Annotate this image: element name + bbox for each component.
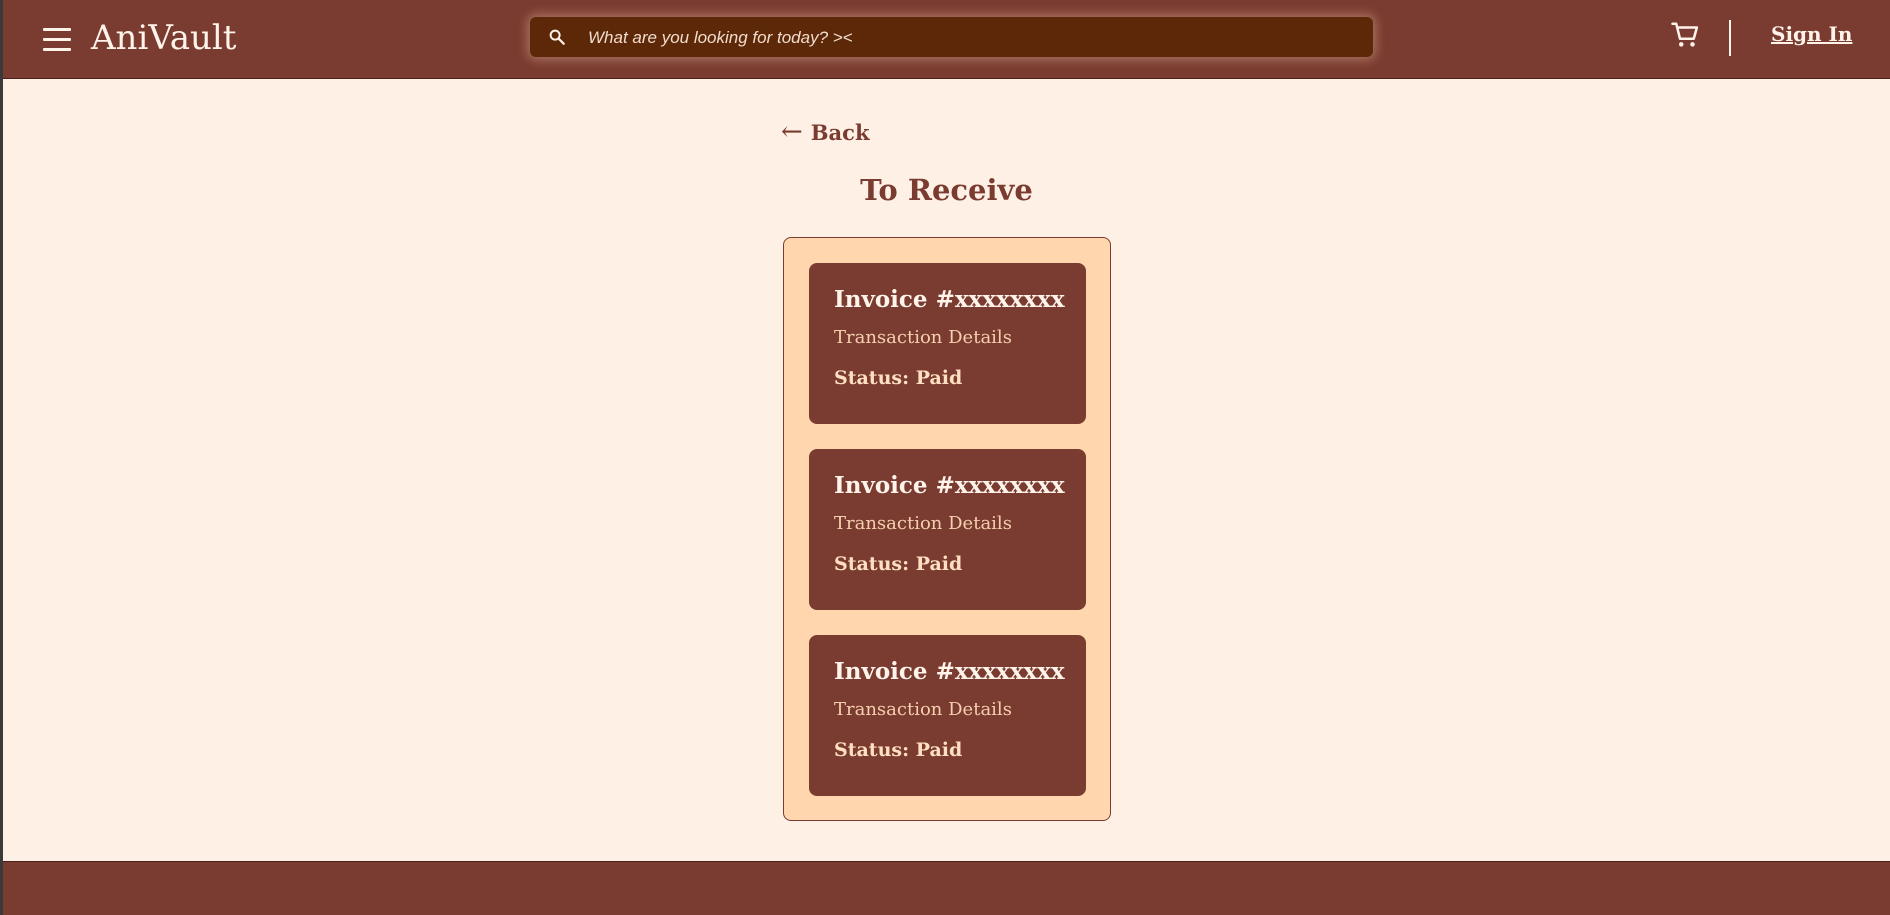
top-navbar: AniVault Sign In xyxy=(3,0,1890,79)
invoice-status: Status: Paid xyxy=(834,553,963,575)
page-footer xyxy=(3,861,1890,915)
invoice-status: Status: Paid xyxy=(834,367,963,389)
menu-line xyxy=(43,28,71,31)
search-bar[interactable] xyxy=(530,17,1373,57)
invoice-card[interactable]: Invoice #xxxxxxxx Transaction Details St… xyxy=(809,449,1086,610)
transaction-details: Transaction Details xyxy=(834,513,1012,534)
shopping-cart-icon[interactable] xyxy=(1670,20,1700,50)
app-frame: AniVault Sign In ← Back To Receive Invoi… xyxy=(3,0,1890,915)
invoice-title: Invoice #xxxxxxxx xyxy=(834,658,1065,685)
page-title: To Receive xyxy=(860,173,1033,207)
page-title-wrap: To Receive xyxy=(3,170,1890,210)
menu-line xyxy=(43,48,71,51)
search-input[interactable] xyxy=(586,23,1350,53)
invoice-card[interactable]: Invoice #xxxxxxxx Transaction Details St… xyxy=(809,263,1086,424)
invoice-title: Invoice #xxxxxxxx xyxy=(834,286,1065,313)
transaction-details: Transaction Details xyxy=(834,699,1012,720)
invoice-list-panel: Invoice #xxxxxxxx Transaction Details St… xyxy=(783,237,1111,821)
sign-in-link[interactable]: Sign In xyxy=(1771,22,1852,46)
search-icon xyxy=(549,29,565,45)
back-arrow-icon: ← xyxy=(781,117,803,147)
invoice-status: Status: Paid xyxy=(834,739,963,761)
header-divider xyxy=(1729,20,1731,56)
invoice-title: Invoice #xxxxxxxx xyxy=(834,472,1065,499)
transaction-details: Transaction Details xyxy=(834,327,1012,348)
hamburger-menu-icon[interactable] xyxy=(43,26,73,52)
menu-line xyxy=(43,38,71,41)
invoice-card[interactable]: Invoice #xxxxxxxx Transaction Details St… xyxy=(809,635,1086,796)
brand-logo[interactable]: AniVault xyxy=(91,16,236,60)
back-button[interactable]: ← Back xyxy=(781,117,870,147)
back-label: Back xyxy=(810,119,870,145)
